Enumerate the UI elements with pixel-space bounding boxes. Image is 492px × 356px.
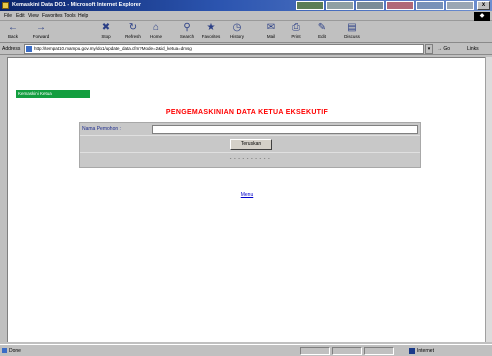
form-panel: Nama Pemohon : Teruskan - - - - - - - - … xyxy=(79,122,421,168)
address-label: Address xyxy=(2,46,21,52)
background-taskstrip xyxy=(296,0,474,11)
history-button[interactable]: ◷ History xyxy=(227,22,247,42)
address-url: http://tempat10.mampu.gov.my/do1/update_… xyxy=(34,46,192,51)
discuss-icon: ▤ xyxy=(347,22,357,33)
links-button[interactable]: Links xyxy=(467,46,479,52)
form-footer-dots: - - - - - - - - - - xyxy=(229,156,271,162)
search-icon: ⚲ xyxy=(183,22,191,33)
menu-help[interactable]: Help xyxy=(78,13,88,19)
mail-icon: ✉ xyxy=(266,22,276,33)
back-arrow-icon: ← xyxy=(8,22,18,33)
menu-link[interactable]: Menu xyxy=(8,192,486,198)
edit-icon: ✎ xyxy=(317,22,327,33)
search-button[interactable]: ⚲ Search xyxy=(177,22,197,42)
status-text: Done xyxy=(9,348,21,354)
go-button[interactable]: → Go xyxy=(437,46,450,52)
applicant-name-label: Nama Pemohon : xyxy=(82,126,121,132)
print-icon: ⎙ xyxy=(292,22,300,33)
menu-favorites[interactable]: Favorites xyxy=(42,13,63,19)
status-pane xyxy=(332,347,362,355)
address-dropdown-button[interactable]: ▾ xyxy=(425,44,433,54)
history-icon: ◷ xyxy=(232,22,242,33)
edit-button[interactable]: ✎ Edit xyxy=(312,22,332,42)
window-title: Kemaskini Data DO1 - Microsoft Internet … xyxy=(12,2,141,8)
status-bar: Done Internet xyxy=(0,344,492,356)
refresh-button[interactable]: ↻ Refresh xyxy=(123,22,143,42)
stop-button[interactable]: ✖ Stop xyxy=(96,22,116,42)
discuss-button[interactable]: ▤ Discuss xyxy=(342,22,362,42)
menu-tools[interactable]: Tools xyxy=(64,13,76,19)
back-button[interactable]: ← Back xyxy=(3,22,23,42)
page-viewport: Kemaskini Ketua PENGEMASKINIAN DATA KETU… xyxy=(7,57,485,342)
status-pane xyxy=(300,347,330,355)
page-badge: Kemaskini Ketua xyxy=(16,90,90,98)
address-bar: Address http://tempat10.mampu.gov.my/do1… xyxy=(0,43,492,55)
forward-button[interactable]: → Forward xyxy=(31,22,51,42)
vertical-scrollbar[interactable] xyxy=(485,57,492,342)
done-page-icon xyxy=(2,348,7,353)
form-row-footer: - - - - - - - - - - xyxy=(80,153,420,167)
menu-file[interactable]: File xyxy=(4,13,12,19)
stop-icon: ✖ xyxy=(101,22,111,33)
continue-button[interactable]: Teruskan xyxy=(230,139,272,150)
refresh-icon: ↻ xyxy=(128,22,138,33)
ie-app-icon xyxy=(2,2,9,9)
status-pane xyxy=(364,347,394,355)
close-button[interactable]: x xyxy=(477,1,490,10)
address-input[interactable]: http://tempat10.mampu.gov.my/do1/update_… xyxy=(24,44,424,54)
form-row-submit: Teruskan xyxy=(80,136,420,153)
menu-bar: File Edit View Favorites Tools Help ◆ xyxy=(0,11,492,21)
zone-text: Internet xyxy=(417,348,434,354)
form-row-name: Nama Pemohon : xyxy=(80,123,420,136)
home-button[interactable]: ⌂ Home xyxy=(146,22,166,42)
forward-arrow-icon: → xyxy=(36,22,46,33)
mail-button[interactable]: ✉ Mail xyxy=(261,22,281,42)
windows-logo-icon: ◆ xyxy=(474,12,490,21)
favorites-button[interactable]: ★ Favorites xyxy=(201,22,221,42)
favorites-icon: ★ xyxy=(206,22,216,33)
page-heading: PENGEMASKINIAN DATA KETUA EKSEKUTIF xyxy=(165,109,329,116)
toolbar: ← Back → Forward ✖ Stop ↻ Refresh ⌂ Home… xyxy=(0,21,492,43)
menu-edit[interactable]: Edit xyxy=(16,13,25,19)
home-icon: ⌂ xyxy=(152,22,160,33)
page-icon xyxy=(26,46,32,52)
internet-zone-icon xyxy=(409,348,415,354)
title-bar: Kemaskini Data DO1 - Microsoft Internet … xyxy=(0,0,492,11)
applicant-name-input[interactable] xyxy=(152,125,418,134)
menu-view[interactable]: View xyxy=(28,13,39,19)
print-button[interactable]: ⎙ Print xyxy=(286,22,306,42)
